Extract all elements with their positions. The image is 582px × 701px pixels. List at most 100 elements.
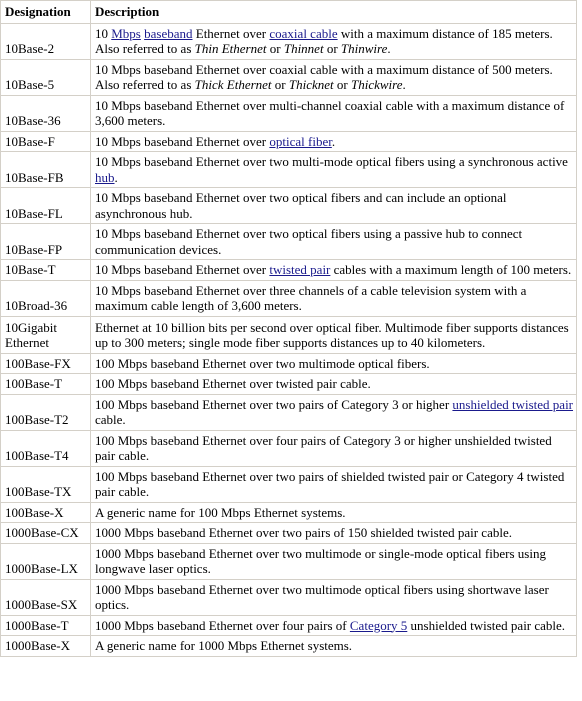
column-header-designation: Designation xyxy=(1,1,91,24)
table-row: 10Base-36 10 Mbps baseband Ethernet over … xyxy=(1,95,577,132)
cell-description: 100 Mbps baseband Ethernet over two pair… xyxy=(91,466,577,503)
cell-description: A generic name for 1000 Mbps Ethernet sy… xyxy=(91,636,577,657)
glossary-link[interactable]: hub xyxy=(95,170,115,185)
ethernet-designation-table: Designation Description 10Base-2 10 Mbps … xyxy=(0,0,577,657)
description-text: 10 Mbps baseband Ethernet over multi-cha… xyxy=(95,97,565,129)
cell-designation: 10Base-36 xyxy=(1,95,91,132)
description-text: 100 Mbps baseband Ethernet over four pai… xyxy=(95,432,552,464)
cell-description: 10 Mbps baseband Ethernet over coaxial c… xyxy=(91,23,577,60)
cell-designation: 100Base-T xyxy=(1,374,91,395)
table-row: 10Base-FP 10 Mbps baseband Ethernet over … xyxy=(1,224,577,260)
emphasis-text: Thickwire xyxy=(351,77,403,92)
description-text: A generic name for 100 Mbps Ethernet sys… xyxy=(95,504,346,520)
description-text: 100 Mbps baseband Ethernet over two pair… xyxy=(95,468,565,500)
description-text: cable. xyxy=(95,412,126,427)
glossary-link[interactable]: baseband xyxy=(144,26,192,41)
description-text: 1000 Mbps baseband Ethernet over two mul… xyxy=(95,545,546,577)
table-row: 1000Base-CX 1000 Mbps baseband Ethernet o… xyxy=(1,523,577,544)
cell-designation: 10Base-FL xyxy=(1,188,91,224)
page-root: Designation Description 10Base-2 10 Mbps … xyxy=(0,0,582,701)
cell-description: 10 Mbps baseband Ethernet over two optic… xyxy=(91,224,577,260)
cell-description: 100 Mbps baseband Ethernet over two mult… xyxy=(91,353,577,374)
description-text: or xyxy=(266,41,284,56)
description-text: . xyxy=(402,77,406,92)
emphasis-text: Thick Ethernet xyxy=(194,77,272,92)
cell-description: 10 Mbps baseband Ethernet over coaxial c… xyxy=(91,59,577,96)
description-text: 10 Mbps baseband Ethernet over three cha… xyxy=(95,282,527,314)
description-text: 10 Mbps baseband Ethernet over two optic… xyxy=(95,190,507,221)
description-text: cables with a maximum length of 100 mete… xyxy=(330,262,572,277)
description-text: 1000 Mbps baseband Ethernet over two pai… xyxy=(95,525,512,540)
cell-description: 10 Mbps baseband Ethernet over two multi… xyxy=(91,152,577,188)
cell-description: 1000 Mbps baseband Ethernet over four pa… xyxy=(91,615,577,636)
description-text: . xyxy=(114,169,118,185)
table-row: 10Base-F 10 Mbps baseband Ethernet over o… xyxy=(1,131,577,152)
column-header-description: Description xyxy=(91,1,577,24)
cell-designation: 100Base-T4 xyxy=(1,430,91,467)
cell-designation: 1000Base-X xyxy=(1,636,91,657)
emphasis-text: Thinwire xyxy=(340,41,388,56)
table-row: 10Base-5 10 Mbps baseband Ethernet over c… xyxy=(1,59,577,96)
glossary-link[interactable]: Category 5 xyxy=(350,618,407,633)
glossary-link[interactable]: unshielded twisted pair xyxy=(452,397,573,412)
description-text: unshielded twisted pair cable. xyxy=(407,617,566,633)
cell-designation: 1000Base-T xyxy=(1,615,91,636)
table-row: 1000Base-T 1000 Mbps baseband Ethernet ov… xyxy=(1,615,577,636)
description-text: . xyxy=(387,41,391,56)
cell-designation: 1000Base-CX xyxy=(1,523,91,544)
cell-description: 1000 Mbps baseband Ethernet over two mul… xyxy=(91,543,577,580)
cell-designation: 10Base-2 xyxy=(1,23,91,60)
table-row: 1000Base-SX 1000 Mbps baseband Ethernet o… xyxy=(1,579,577,616)
table-row: 100Base-FX 100 Mbps baseband Ethernet ove… xyxy=(1,353,577,374)
description-text: 10 Mbps baseband Ethernet over two optic… xyxy=(95,226,523,257)
emphasis-text: Thin Ethernet xyxy=(194,41,267,56)
cell-designation: 10Base-5 xyxy=(1,59,91,96)
emphasis-text: Thicknet xyxy=(288,77,334,92)
table-row: 1000Base-X A generic name for 1000 Mbps E… xyxy=(1,636,577,657)
table-row: 10Base-T 10 Mbps baseband Ethernet over t… xyxy=(1,260,577,281)
emphasis-text: Thinnet xyxy=(283,41,324,56)
cell-designation: 10Base-FP xyxy=(1,224,91,260)
description-text: 1000 Mbps baseband Ethernet over four pa… xyxy=(95,617,350,633)
description-text: . xyxy=(331,133,336,149)
cell-designation: 100Base-X xyxy=(1,502,91,523)
cell-description: A generic name for 100 Mbps Ethernet sys… xyxy=(91,502,577,523)
table-row: 100Base-TX 100 Mbps baseband Ethernet ove… xyxy=(1,466,577,503)
cell-designation: 100Base-T2 xyxy=(1,394,91,431)
table-header: Designation Description xyxy=(1,1,577,24)
cell-designation: 100Base-TX xyxy=(1,466,91,503)
description-text: or xyxy=(323,41,341,56)
cell-description: 10 Mbps baseband Ethernet over twisted p… xyxy=(91,260,577,281)
glossary-link[interactable]: coaxial cable xyxy=(269,26,337,41)
table-body: 10Base-2 10 Mbps baseband Ethernet over c… xyxy=(1,23,577,657)
table-row: 10Gigabit Ethernet Ethernet at 10 billion… xyxy=(1,316,577,354)
description-text: Ethernet at 10 billion bits per second o… xyxy=(95,319,569,351)
description-text: 100 Mbps baseband Ethernet over two mult… xyxy=(95,355,430,371)
description-text: 10 xyxy=(95,25,112,41)
cell-description: 10 Mbps baseband Ethernet over two optic… xyxy=(91,188,577,224)
glossary-link[interactable]: Mbps xyxy=(111,26,141,41)
table-header-row: Designation Description xyxy=(1,1,577,24)
description-text: 10 Mbps baseband Ethernet over xyxy=(95,133,270,149)
cell-description: 1000 Mbps baseband Ethernet over two pai… xyxy=(91,523,577,544)
cell-description: 1000 Mbps baseband Ethernet over two mul… xyxy=(91,579,577,616)
glossary-link[interactable]: twisted pair xyxy=(269,262,330,277)
cell-designation: 10Broad-36 xyxy=(1,280,91,317)
description-text: or xyxy=(333,77,351,92)
description-text: 100 Mbps baseband Ethernet over twisted … xyxy=(95,376,371,391)
cell-description: 100 Mbps baseband Ethernet over four pai… xyxy=(91,430,577,467)
table-row: 10Broad-36 10 Mbps baseband Ethernet over… xyxy=(1,280,577,317)
table-row: 100Base-X A generic name for 100 Mbps Eth… xyxy=(1,502,577,523)
table-row: 10Base-FB 10 Mbps baseband Ethernet over … xyxy=(1,152,577,188)
cell-description: Ethernet at 10 billion bits per second o… xyxy=(91,316,577,354)
cell-designation: 1000Base-LX xyxy=(1,543,91,580)
table-row: 100Base-T2 100 Mbps baseband Ethernet ove… xyxy=(1,394,577,431)
cell-designation: 10Base-T xyxy=(1,260,91,281)
description-text: 10 Mbps baseband Ethernet over xyxy=(95,262,270,277)
cell-description: 10 Mbps baseband Ethernet over multi-cha… xyxy=(91,95,577,132)
glossary-link[interactable]: optical fiber xyxy=(269,134,331,149)
description-text: or xyxy=(271,77,289,92)
table-row: 10Base-FL 10 Mbps baseband Ethernet over … xyxy=(1,188,577,224)
description-text: 1000 Mbps baseband Ethernet over two mul… xyxy=(95,581,549,613)
cell-description: 100 Mbps baseband Ethernet over two pair… xyxy=(91,394,577,431)
